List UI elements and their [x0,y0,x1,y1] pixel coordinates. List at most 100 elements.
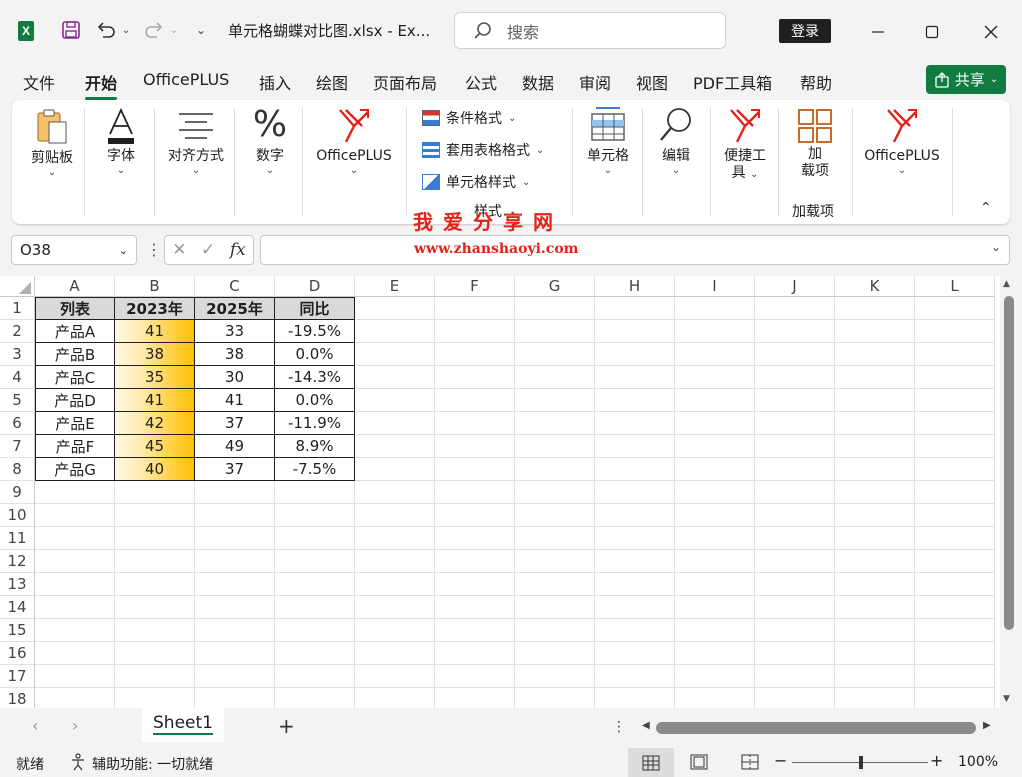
cell[interactable] [355,573,435,596]
cell[interactable] [435,504,515,527]
cell[interactable] [755,481,835,504]
cell[interactable] [115,596,195,619]
cell[interactable] [675,642,755,665]
next-sheet-icon[interactable]: › [72,716,78,735]
tab-view[interactable]: 视图 [636,70,668,94]
cell[interactable] [755,412,835,435]
cell[interactable] [115,550,195,573]
cell[interactable] [355,435,435,458]
sheet-tab-sheet1[interactable]: Sheet1 [142,708,224,742]
font-button[interactable]: 字体 ⌄ [88,100,154,224]
cell[interactable] [435,366,515,389]
data-bar-cell[interactable]: 41 [115,320,195,343]
editing-button[interactable]: 编辑 ⌄ [646,100,706,224]
share-button[interactable]: 共享 ⌄ [926,65,1006,94]
redo-dropdown-icon[interactable]: ⌄ [168,22,180,38]
page-layout-view-icon[interactable] [690,754,708,774]
cell[interactable] [355,665,435,688]
cell[interactable] [835,389,915,412]
close-icon[interactable] [977,18,1005,46]
cell[interactable] [275,573,355,596]
officeplus-2-button[interactable]: OfficePLUS ⌄ [856,100,948,224]
cell[interactable] [915,550,995,573]
row-header-14[interactable]: 14 [0,596,35,619]
cell[interactable] [515,343,595,366]
cell[interactable] [35,527,115,550]
clipboard-button[interactable]: 剪贴板 ⌄ [20,100,84,224]
cell[interactable] [515,642,595,665]
accessibility-status[interactable]: 辅助功能: 一切就绪 [92,754,213,774]
row-header-7[interactable]: 7 [0,435,35,458]
zoom-slider-thumb[interactable] [859,756,863,769]
tab-pdf-tools[interactable]: PDF工具箱 [693,70,772,94]
cell[interactable] [515,688,595,708]
row-header-6[interactable]: 6 [0,412,35,435]
cell[interactable] [35,596,115,619]
cell[interactable] [835,573,915,596]
row-header-15[interactable]: 15 [0,619,35,642]
customize-toolbar-icon[interactable]: ⌄ [194,22,208,38]
cell[interactable] [675,389,755,412]
cell[interactable] [435,596,515,619]
cell[interactable] [195,642,275,665]
cell[interactable] [835,481,915,504]
cell[interactable] [675,688,755,708]
tab-formulas[interactable]: 公式 [465,70,497,94]
cell[interactable] [755,366,835,389]
column-header-i[interactable]: I [675,276,755,297]
cell[interactable] [675,412,755,435]
table-cell[interactable]: 产品C [35,366,115,389]
cell[interactable] [835,320,915,343]
scroll-left-icon[interactable]: ◀ [642,720,650,731]
cell[interactable] [915,297,995,320]
row-header-13[interactable]: 13 [0,573,35,596]
cell[interactable] [435,527,515,550]
cell[interactable] [755,504,835,527]
cell[interactable] [435,550,515,573]
cell[interactable] [195,596,275,619]
cell[interactable] [595,389,675,412]
row-header-12[interactable]: 12 [0,550,35,573]
cell[interactable] [35,573,115,596]
cell[interactable] [675,550,755,573]
name-box[interactable]: O38 ⌄ [11,235,137,265]
cell[interactable] [435,688,515,708]
row-header-8[interactable]: 8 [0,458,35,481]
formula-input[interactable]: ⌄ [260,235,1010,265]
cell[interactable] [515,665,595,688]
cell[interactable] [435,343,515,366]
cell[interactable] [595,527,675,550]
cell[interactable] [435,619,515,642]
zoom-level[interactable]: 100% [958,754,998,770]
cell[interactable] [595,665,675,688]
cell[interactable] [195,688,275,708]
table-cell[interactable]: -7.5% [275,458,355,481]
cell[interactable] [675,320,755,343]
cell[interactable] [515,481,595,504]
column-header-a[interactable]: A [35,276,115,297]
cell[interactable] [675,366,755,389]
table-cell[interactable]: 产品D [35,389,115,412]
table-cell[interactable]: 38 [195,343,275,366]
cell[interactable] [675,481,755,504]
cell[interactable] [595,343,675,366]
cell[interactable] [835,527,915,550]
row-header-18[interactable]: 18 [0,688,35,708]
cell[interactable] [595,504,675,527]
cell[interactable] [835,596,915,619]
table-cell[interactable]: 37 [195,412,275,435]
cell[interactable] [675,458,755,481]
normal-view-icon[interactable] [628,748,674,777]
cell[interactable] [515,412,595,435]
cell[interactable] [515,527,595,550]
cell[interactable] [515,435,595,458]
cell[interactable] [595,320,675,343]
cell[interactable] [355,550,435,573]
cell[interactable] [515,389,595,412]
horizontal-scroll-thumb[interactable] [656,722,976,734]
table-cell[interactable]: 30 [195,366,275,389]
cell[interactable] [835,688,915,708]
cell[interactable] [755,642,835,665]
cell[interactable] [355,596,435,619]
cell[interactable] [595,642,675,665]
